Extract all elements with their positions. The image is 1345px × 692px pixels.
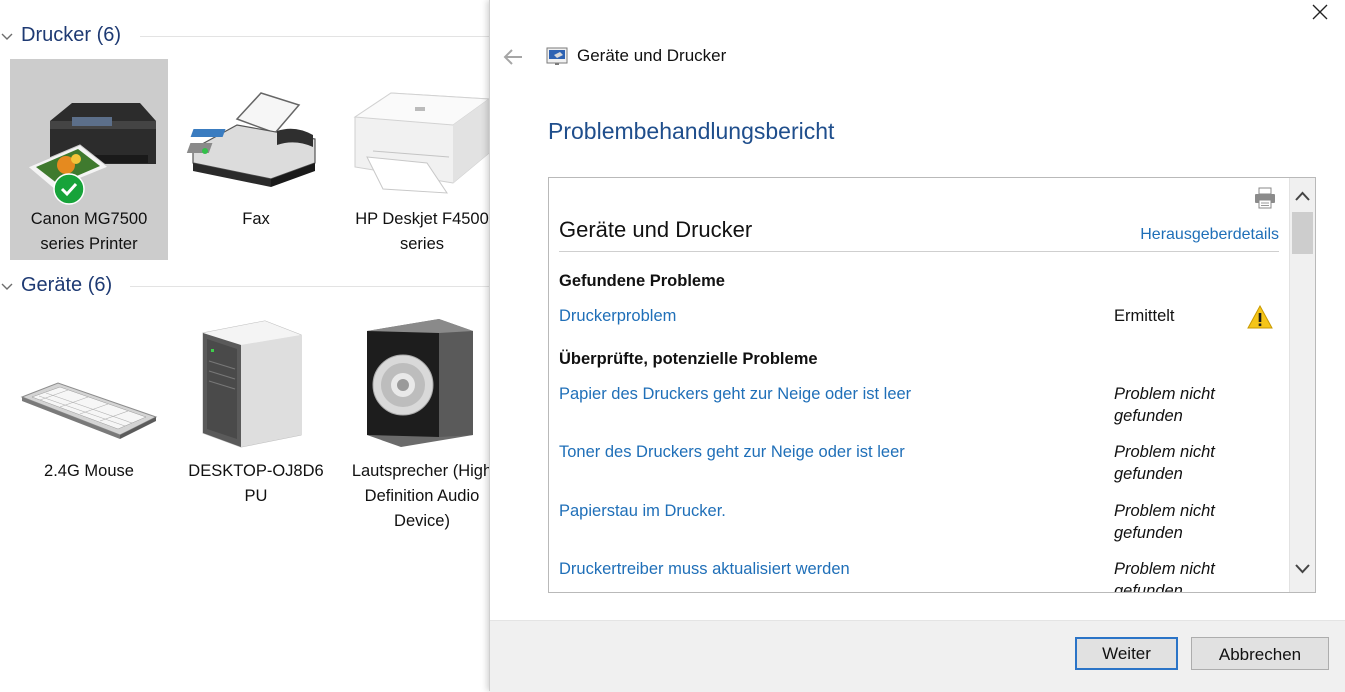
troubleshooter-dialog: Geräte und Drucker Problembehandlungsber… — [489, 0, 1345, 692]
device-fax[interactable]: Fax — [177, 59, 335, 232]
problem-link-paper-jam[interactable]: Papierstau im Drucker. — [559, 502, 726, 521]
speaker-icon — [343, 311, 501, 451]
cancel-button[interactable]: Abbrechen — [1191, 637, 1329, 670]
devices-printers-icon — [546, 47, 568, 65]
section-header-printers[interactable]: Drucker (6) — [0, 24, 489, 54]
problem-status: Problem nicht gefunden — [1114, 443, 1215, 483]
printer-icon — [10, 59, 168, 205]
problem-status: Problem nicht gefunden — [1114, 385, 1215, 425]
default-check-icon — [53, 173, 85, 205]
problem-status: Problem nicht gefunden — [1114, 502, 1215, 542]
chevron-down-icon[interactable] — [1293, 559, 1312, 577]
report-divider — [559, 251, 1279, 252]
device-label: Canon MG7500 series Printer — [30, 210, 148, 253]
found-problems-header: Gefundene Probleme — [559, 272, 725, 290]
section-divider — [130, 286, 489, 287]
section-divider — [140, 36, 489, 37]
section-title: Drucker (6) — [21, 24, 122, 46]
scrollbar-thumb[interactable] — [1292, 212, 1313, 254]
chevron-down-icon — [1, 283, 13, 290]
problem-link-paper[interactable]: Papier des Druckers geht zur Neige oder … — [559, 385, 911, 404]
device-label: DESKTOP-OJ8D6 PU — [188, 462, 324, 505]
warning-icon — [1247, 305, 1273, 329]
device-hp-deskjet[interactable]: HP Deskjet F4500 series — [343, 59, 501, 257]
chevron-down-icon — [1, 33, 13, 40]
device-label: Lautsprecher (High Definition Audio Devi… — [351, 462, 493, 530]
close-icon[interactable] — [1310, 2, 1330, 22]
publisher-details-link[interactable]: Herausgeberdetails — [1140, 226, 1279, 244]
report-content: Geräte und Drucker Herausgeberdetails Ge… — [559, 178, 1279, 592]
page-heading: Problembehandlungsbericht — [548, 118, 835, 144]
problem-status: Problem nicht gefunden — [1114, 560, 1215, 593]
dialog-footer: Weiter Abbrechen — [490, 620, 1345, 692]
report-title: Geräte und Drucker — [559, 217, 753, 242]
report-scrollbar[interactable] — [1289, 178, 1315, 592]
back-arrow-icon[interactable] — [502, 47, 524, 67]
device-speaker[interactable]: Lautsprecher (High Definition Audio Devi… — [343, 311, 501, 534]
problem-link-driver[interactable]: Druckertreiber muss aktualisiert werden — [559, 560, 850, 579]
checked-problems-header: Überprüfte, potenzielle Probleme — [559, 350, 818, 368]
chevron-up-icon[interactable] — [1293, 188, 1312, 206]
device-label: HP Deskjet F4500 series — [355, 210, 489, 253]
problem-link-printer[interactable]: Druckerproblem — [559, 307, 676, 326]
section-title: Geräte (6) — [21, 274, 113, 296]
next-button[interactable]: Weiter — [1075, 637, 1178, 670]
computer-tower-icon — [177, 311, 335, 451]
canon-printer-icon — [27, 103, 156, 190]
device-label: Fax — [242, 210, 270, 228]
device-canon-printer[interactable]: Canon MG7500 series Printer — [10, 59, 168, 260]
problem-status: Ermittelt — [1114, 307, 1175, 325]
device-label: 2.4G Mouse — [44, 462, 134, 480]
dialog-title: Geräte und Drucker — [577, 46, 727, 65]
section-header-devices[interactable]: Geräte (6) — [0, 274, 489, 304]
fax-icon — [177, 59, 335, 199]
device-mouse[interactable]: 2.4G Mouse — [10, 311, 168, 484]
problem-link-toner[interactable]: Toner des Druckers geht zur Neige oder i… — [559, 443, 905, 462]
print-icon[interactable] — [1253, 187, 1277, 209]
device-desktop[interactable]: DESKTOP-OJ8D6 PU — [177, 311, 335, 509]
keyboard-icon — [10, 311, 168, 451]
hp-printer-icon — [343, 59, 501, 199]
report-panel: Geräte und Drucker Herausgeberdetails Ge… — [548, 177, 1316, 593]
